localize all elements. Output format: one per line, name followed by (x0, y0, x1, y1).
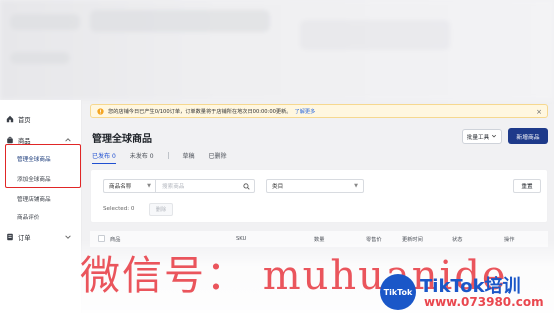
batch-tools-label: 批量工具 (466, 134, 490, 141)
chevron-down-icon: ▼ (147, 183, 151, 189)
tab-deleted[interactable]: 已删除 (209, 151, 227, 160)
search-icon[interactable] (243, 183, 250, 190)
search-input[interactable]: 搜索商品 (155, 179, 255, 193)
home-icon (6, 115, 14, 123)
blurred-header-area (0, 0, 554, 100)
chevron-down-icon: ▼ (354, 183, 358, 189)
sidebar-item-home[interactable]: 首页 (0, 110, 82, 128)
reset-button[interactable]: 重置 (513, 179, 541, 193)
selected-count: Selected: 0 (103, 206, 135, 212)
new-product-button[interactable]: 新增商品 (508, 128, 548, 144)
highlight-box (5, 144, 81, 188)
notice-text: 您的店铺今日已产生0/100订单，订单数量将于店铺所在地次日00:00:00更新… (108, 108, 292, 115)
notice-banner: 您的店铺今日已产生0/100订单，订单数量将于店铺所在地次日00:00:00更新… (90, 104, 548, 118)
page-title: 管理全球商品 (92, 134, 152, 145)
category-select[interactable]: 类目 ▼ (266, 179, 364, 193)
chevron-up-icon (64, 136, 72, 144)
batch-tools-button[interactable]: 批量工具 (462, 129, 502, 144)
sidebar-subitem-manage-shop[interactable]: 管理店铺商品 (17, 195, 51, 203)
product-field-select[interactable]: 商品名称 ▼ (103, 179, 155, 193)
watermark-url: www.073980.com (424, 295, 544, 309)
blurred-block (90, 10, 270, 32)
close-icon[interactable]: × (536, 108, 542, 116)
learn-more-link[interactable]: 了解更多 (295, 108, 316, 115)
tab-unpublished[interactable]: 未发布 0 (130, 151, 154, 160)
blurred-block (300, 20, 450, 50)
product-field-value: 商品名称 (109, 184, 132, 190)
shopping-bag-icon (6, 136, 14, 144)
tiktok-logo: TikTok (380, 274, 416, 310)
blurred-block (10, 14, 80, 30)
tab-divider (167, 152, 169, 159)
delete-button[interactable]: 删除 (149, 203, 173, 216)
status-tabs: 已发布 0 未发布 0 草稿 已删除 (92, 151, 241, 164)
warning-icon (97, 107, 104, 115)
filter-panel: 商品名称 ▼ 搜索商品 类目 ▼ 重置 Selected: 0 删除 (90, 169, 548, 223)
tab-drafts[interactable]: 草稿 (183, 151, 195, 160)
category-value: 类目 (272, 184, 284, 190)
sidebar-subitem-reviews[interactable]: 商品评价 (17, 213, 39, 221)
blurred-block (10, 52, 70, 64)
tab-published[interactable]: 已发布 0 (92, 151, 116, 164)
search-placeholder: 搜索商品 (162, 184, 185, 190)
chevron-down-icon (491, 133, 497, 141)
sidebar-item-label: 首页 (18, 116, 31, 124)
